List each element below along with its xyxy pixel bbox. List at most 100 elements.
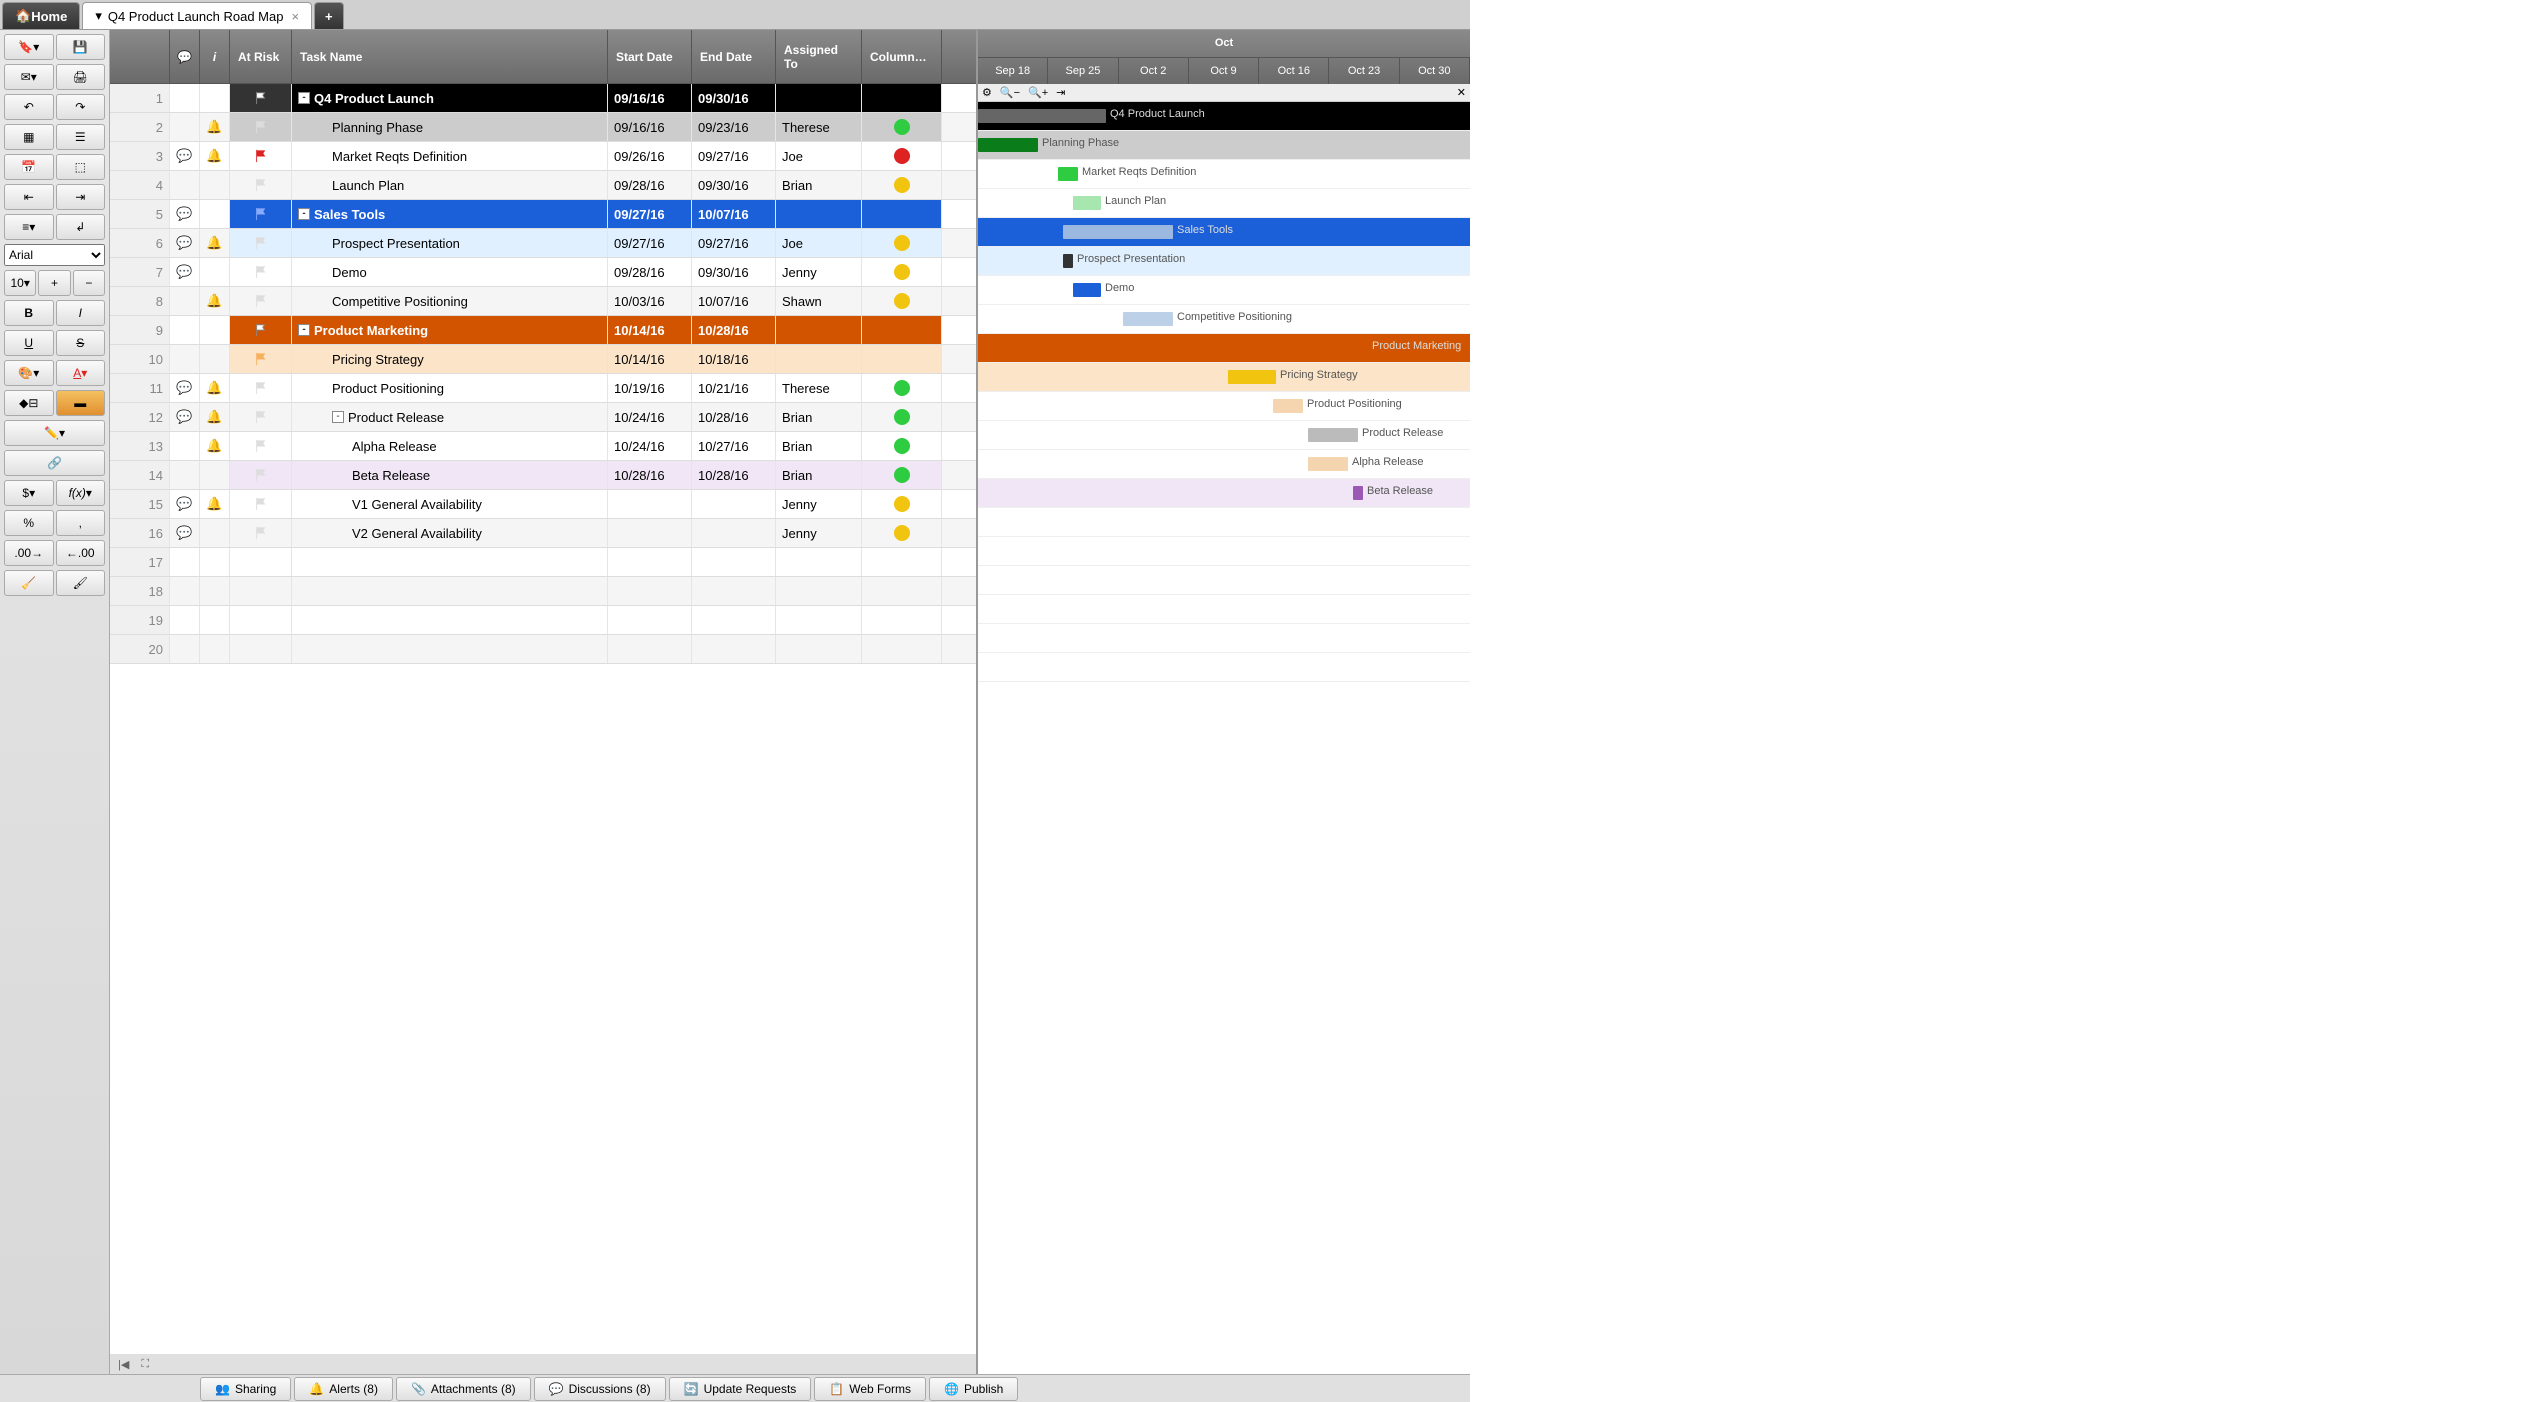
gantt-row[interactable]: Pricing Strategy xyxy=(978,363,1470,392)
calendar-button[interactable]: 📅 xyxy=(4,154,54,180)
assigned-cell[interactable] xyxy=(776,84,862,112)
comment-cell[interactable] xyxy=(170,287,200,315)
gantt-bar[interactable] xyxy=(1273,399,1303,413)
conditional-button[interactable]: ◆⊟ xyxy=(4,390,54,416)
comment-cell[interactable] xyxy=(170,461,200,489)
risk-cell[interactable] xyxy=(230,229,292,257)
comment-cell[interactable] xyxy=(170,316,200,344)
assigned-cell[interactable]: Therese xyxy=(776,374,862,402)
start-date-cell[interactable]: 09/16/16 xyxy=(608,84,692,112)
gantt-week-header[interactable]: Oct 9 xyxy=(1189,58,1259,85)
comment-cell[interactable] xyxy=(170,84,200,112)
save-button[interactable]: 💾 xyxy=(56,34,106,60)
status-cell[interactable] xyxy=(862,548,942,576)
table-row[interactable]: 1-Q4 Product Launch09/16/1609/30/16 xyxy=(110,84,976,113)
btab-attachments[interactable]: 📎Attachments (8) xyxy=(396,1377,531,1401)
col-info-icon[interactable]: i xyxy=(200,30,230,83)
gantt-week-header[interactable]: Oct 2 xyxy=(1119,58,1189,85)
status-cell[interactable] xyxy=(862,200,942,228)
risk-cell[interactable] xyxy=(230,519,292,547)
status-cell[interactable] xyxy=(862,635,942,663)
comment-cell[interactable]: 💬 xyxy=(170,519,200,547)
zoom-in-icon[interactable]: 🔍+ xyxy=(1028,86,1048,99)
assigned-cell[interactable]: Brian xyxy=(776,432,862,460)
gantt-row[interactable]: Competitive Positioning xyxy=(978,305,1470,334)
zoom-out-icon[interactable]: 🔍− xyxy=(1000,86,1020,99)
status-cell[interactable] xyxy=(862,171,942,199)
task-name-cell[interactable] xyxy=(292,548,608,576)
task-name-cell[interactable]: Alpha Release xyxy=(292,432,608,460)
fontsize-up[interactable]: + xyxy=(38,270,70,296)
table-row[interactable]: 8🔔Competitive Positioning10/03/1610/07/1… xyxy=(110,287,976,316)
function-button[interactable]: f(x)▾ xyxy=(56,480,106,506)
fill-button[interactable]: 🎨▾ xyxy=(4,360,54,386)
comment-cell[interactable]: 💬 xyxy=(170,258,200,286)
task-name-cell[interactable]: V1 General Availability xyxy=(292,490,608,518)
table-row[interactable]: 3💬🔔Market Reqts Definition09/26/1609/27/… xyxy=(110,142,976,171)
task-name-cell[interactable]: Competitive Positioning xyxy=(292,287,608,315)
table-row[interactable]: 4Launch Plan09/28/1609/30/16Brian xyxy=(110,171,976,200)
assigned-cell[interactable] xyxy=(776,635,862,663)
end-date-cell[interactable]: 10/28/16 xyxy=(692,403,776,431)
risk-cell[interactable] xyxy=(230,432,292,460)
assigned-cell[interactable] xyxy=(776,606,862,634)
task-name-cell[interactable]: Pricing Strategy xyxy=(292,345,608,373)
alert-cell[interactable] xyxy=(200,461,230,489)
assigned-cell[interactable]: Joe xyxy=(776,142,862,170)
col-task-name[interactable]: Task Name xyxy=(292,30,608,83)
start-date-cell[interactable] xyxy=(608,548,692,576)
currency-button[interactable]: $▾ xyxy=(4,480,54,506)
alert-cell[interactable]: 🔔 xyxy=(200,113,230,141)
percent-button[interactable]: % xyxy=(4,510,54,536)
alert-cell[interactable]: 🔔 xyxy=(200,229,230,257)
assigned-cell[interactable]: Therese xyxy=(776,113,862,141)
undo-button[interactable]: ↶ xyxy=(4,94,54,120)
btab-alerts[interactable]: 🔔Alerts (8) xyxy=(294,1377,393,1401)
end-date-cell[interactable]: 09/23/16 xyxy=(692,113,776,141)
table-row[interactable]: 20 xyxy=(110,635,976,664)
tab-add[interactable]: + xyxy=(314,2,344,29)
end-date-cell[interactable]: 10/07/16 xyxy=(692,200,776,228)
col-comment-icon[interactable]: 💬 xyxy=(170,30,200,83)
alert-cell[interactable]: 🔔 xyxy=(200,287,230,315)
start-date-cell[interactable]: 09/27/16 xyxy=(608,200,692,228)
task-name-cell[interactable]: Planning Phase xyxy=(292,113,608,141)
link-button[interactable]: 🔗 xyxy=(4,450,105,476)
expand-toggle[interactable]: - xyxy=(298,92,310,104)
start-date-cell[interactable] xyxy=(608,635,692,663)
alert-cell[interactable]: 🔔 xyxy=(200,490,230,518)
status-cell[interactable] xyxy=(862,577,942,605)
alert-cell[interactable] xyxy=(200,345,230,373)
gantt-bar[interactable] xyxy=(1353,486,1363,500)
table-row[interactable]: 7💬Demo09/28/1609/30/16Jenny xyxy=(110,258,976,287)
table-row[interactable]: 2🔔Planning Phase09/16/1609/23/16Therese xyxy=(110,113,976,142)
table-row[interactable]: 14Beta Release10/28/1610/28/16Brian xyxy=(110,461,976,490)
alert-cell[interactable] xyxy=(200,258,230,286)
tab-home[interactable]: 🏠 Home xyxy=(2,2,80,29)
risk-cell[interactable] xyxy=(230,635,292,663)
table-row[interactable]: 16💬V2 General AvailabilityJenny xyxy=(110,519,976,548)
status-cell[interactable] xyxy=(862,142,942,170)
font-select[interactable]: Arial xyxy=(4,244,105,266)
status-cell[interactable] xyxy=(862,258,942,286)
task-name-cell[interactable]: -Product Release xyxy=(292,403,608,431)
highlight-button[interactable]: ▬ xyxy=(56,390,106,416)
comment-cell[interactable] xyxy=(170,577,200,605)
comment-cell[interactable] xyxy=(170,635,200,663)
task-name-cell[interactable] xyxy=(292,577,608,605)
col-end-date[interactable]: End Date xyxy=(692,30,776,83)
tab-sheet[interactable]: ▾Q4 Product Launch Road Map× xyxy=(82,2,312,29)
alert-cell[interactable]: 🔔 xyxy=(200,142,230,170)
expand-icon[interactable]: ⛶ xyxy=(141,1358,149,1371)
end-date-cell[interactable] xyxy=(692,635,776,663)
risk-cell[interactable] xyxy=(230,171,292,199)
comment-cell[interactable] xyxy=(170,113,200,141)
gantt-row[interactable] xyxy=(978,537,1470,566)
table-row[interactable]: 5💬-Sales Tools09/27/1610/07/16 xyxy=(110,200,976,229)
risk-cell[interactable] xyxy=(230,142,292,170)
gantt-week-header[interactable]: Oct 23 xyxy=(1329,58,1399,85)
end-date-cell[interactable]: 10/18/16 xyxy=(692,345,776,373)
risk-cell[interactable] xyxy=(230,403,292,431)
bold-button[interactable]: B xyxy=(4,300,54,326)
risk-cell[interactable] xyxy=(230,345,292,373)
